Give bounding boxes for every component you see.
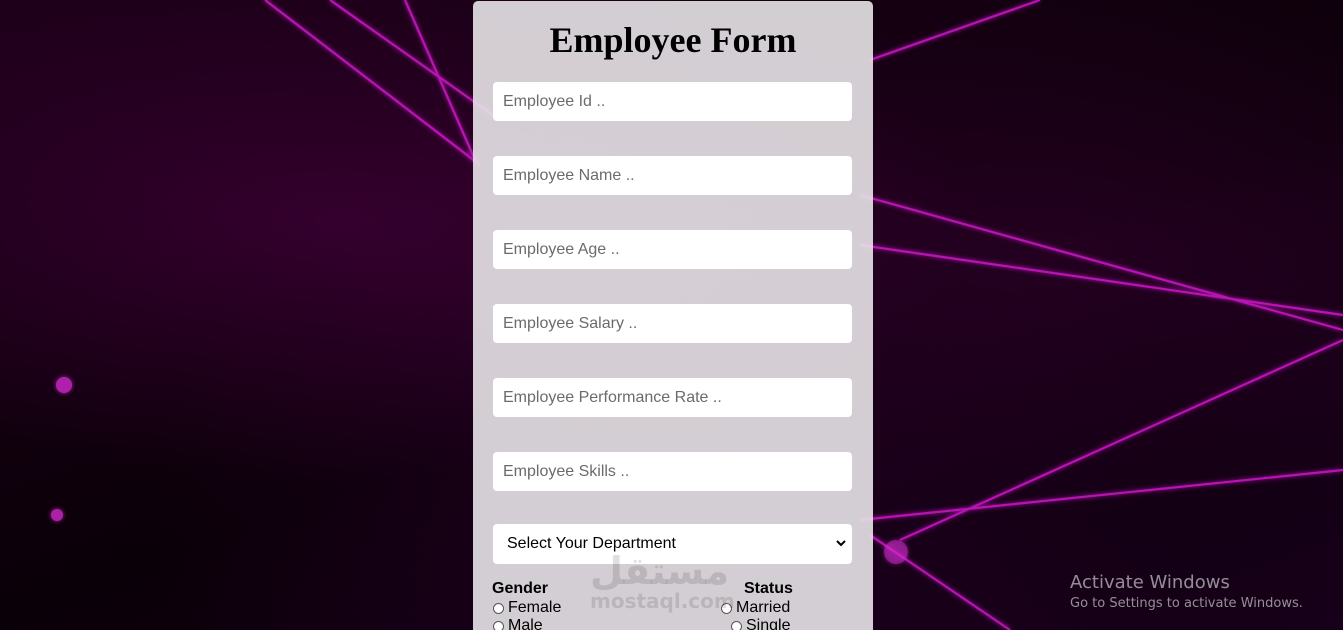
employee-age-input[interactable]	[493, 230, 852, 269]
employee-skills-input[interactable]	[493, 452, 852, 491]
department-select-value: Select Your Department	[507, 535, 676, 552]
employee-salary-input[interactable]	[493, 304, 852, 343]
status-option-single-label: Single	[746, 617, 791, 630]
radio-female[interactable]	[493, 602, 504, 614]
form-title: Employee Form	[549, 20, 797, 60]
radio-male[interactable]	[493, 620, 504, 630]
employee-form-card: Employee Form Select Your Department Gen…	[473, 1, 873, 630]
department-select[interactable]: Select Your Department	[493, 524, 852, 564]
radio-married[interactable]	[721, 602, 732, 614]
gender-option-male-label: Male	[508, 617, 543, 630]
gender-option-male[interactable]: Male	[493, 617, 543, 630]
gender-option-female-label: Female	[508, 599, 562, 616]
radio-single[interactable]	[731, 620, 742, 630]
chevron-down-icon	[836, 540, 846, 547]
employee-name-input[interactable]	[493, 156, 852, 195]
activate-windows-notice: Activate Windows Go to Settings to activ…	[1070, 572, 1303, 614]
employee-id-input[interactable]	[493, 82, 852, 121]
employee-performance-rate-input[interactable]	[493, 378, 852, 417]
gender-label: Gender	[492, 580, 549, 597]
gender-option-female[interactable]: Female	[493, 599, 561, 617]
status-option-single[interactable]: Single	[731, 617, 790, 630]
activate-windows-subtitle: Go to Settings to activate Windows.	[1070, 596, 1303, 611]
status-option-married-label: Married	[736, 599, 791, 616]
status-label: Status	[744, 580, 793, 597]
status-option-married[interactable]: Married	[721, 599, 790, 617]
activate-windows-title: Activate Windows	[1070, 572, 1230, 593]
